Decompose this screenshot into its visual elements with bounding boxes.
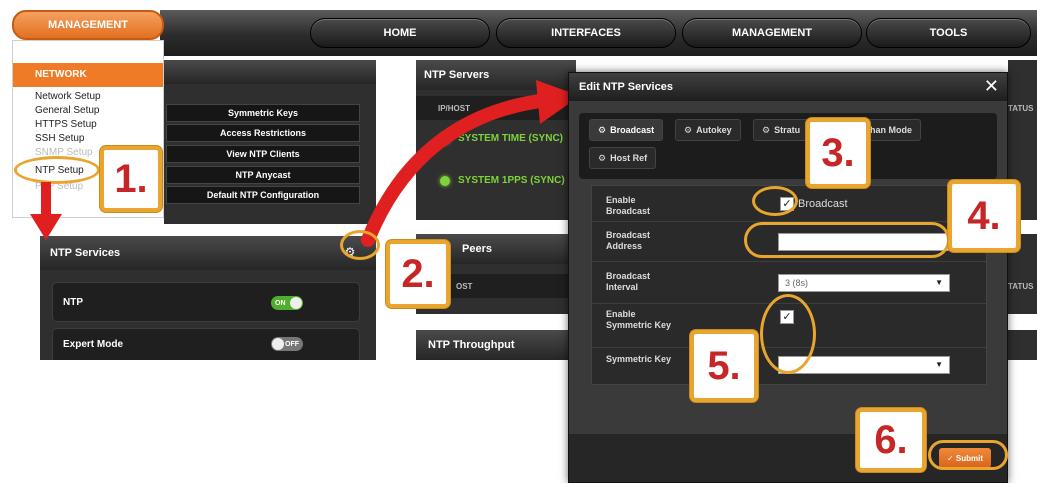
- highlight-ring-symmetric-key: [760, 294, 816, 374]
- tab-autokey[interactable]: ⚙ Autokey: [675, 119, 741, 141]
- enable-broadcast-label: Enable Broadcast: [606, 195, 651, 216]
- callout-step-3: 3.: [806, 118, 870, 188]
- highlight-ring-broadcast-address: [744, 222, 950, 258]
- tab-orphan-mode-label: han Mode: [870, 125, 912, 135]
- gear-icon: ⚙: [684, 124, 693, 135]
- gear-icon: ⚙: [598, 124, 607, 135]
- screenshot-stage: HOME INTERFACES MANAGEMENT TOOLS Symmetr…: [0, 0, 1037, 483]
- edit-ntp-services-modal: Edit NTP Services ✕ ⚙ Broadcast ⚙ Autoke…: [568, 72, 1008, 483]
- enable-symmetric-key-label: Enable Symmetric Key: [606, 309, 672, 330]
- tab-orphan-mode[interactable]: han Mode: [861, 119, 921, 141]
- curved-arrow-shaft: [361, 93, 555, 247]
- broadcast-interval-label: Broadcast Interval: [606, 271, 651, 292]
- callout-step-6: 6.: [856, 408, 926, 472]
- tab-stratum[interactable]: ⚙ Stratu: [753, 119, 810, 141]
- gear-icon: ⚙: [598, 152, 607, 163]
- tab-broadcast-label: Broadcast: [610, 125, 655, 135]
- callout-step-1: 1.: [100, 146, 162, 212]
- close-icon[interactable]: ✕: [984, 76, 999, 97]
- modal-tabs: ⚙ Broadcast ⚙ Autokey ⚙ Stratu han Mode …: [579, 113, 997, 179]
- broadcast-interval-value: 3 (8s): [785, 278, 809, 288]
- chevron-down-icon: ▼: [935, 278, 943, 287]
- highlight-ring-gear: [340, 230, 380, 260]
- chevron-down-icon: ▼: [935, 360, 943, 369]
- enable-broadcast-text: Broadcast: [798, 198, 848, 210]
- broadcast-address-label: Broadcast Address: [606, 230, 651, 251]
- highlight-ring-enable-broadcast: [752, 186, 798, 216]
- tab-broadcast[interactable]: ⚙ Broadcast: [589, 119, 664, 141]
- tab-autokey-label: Autokey: [696, 125, 732, 135]
- tab-stratum-label: Stratu: [774, 125, 801, 135]
- tab-host-ref-label: Host Ref: [610, 153, 648, 163]
- modal-header: Edit NTP Services ✕: [569, 73, 1007, 101]
- down-arrow-head: [30, 214, 62, 240]
- broadcast-interval-select[interactable]: 3 (8s) ▼: [778, 274, 950, 292]
- callout-step-5: 5.: [690, 330, 758, 402]
- modal-title: Edit NTP Services: [579, 81, 673, 93]
- gear-icon: ⚙: [762, 124, 771, 135]
- callout-step-4: 4.: [948, 180, 1020, 252]
- symmetric-key-label: Symmetric Key: [606, 354, 672, 364]
- highlight-ring-submit: [928, 440, 1008, 470]
- callout-step-2: 2.: [386, 240, 450, 308]
- tab-host-ref[interactable]: ⚙ Host Ref: [589, 147, 657, 169]
